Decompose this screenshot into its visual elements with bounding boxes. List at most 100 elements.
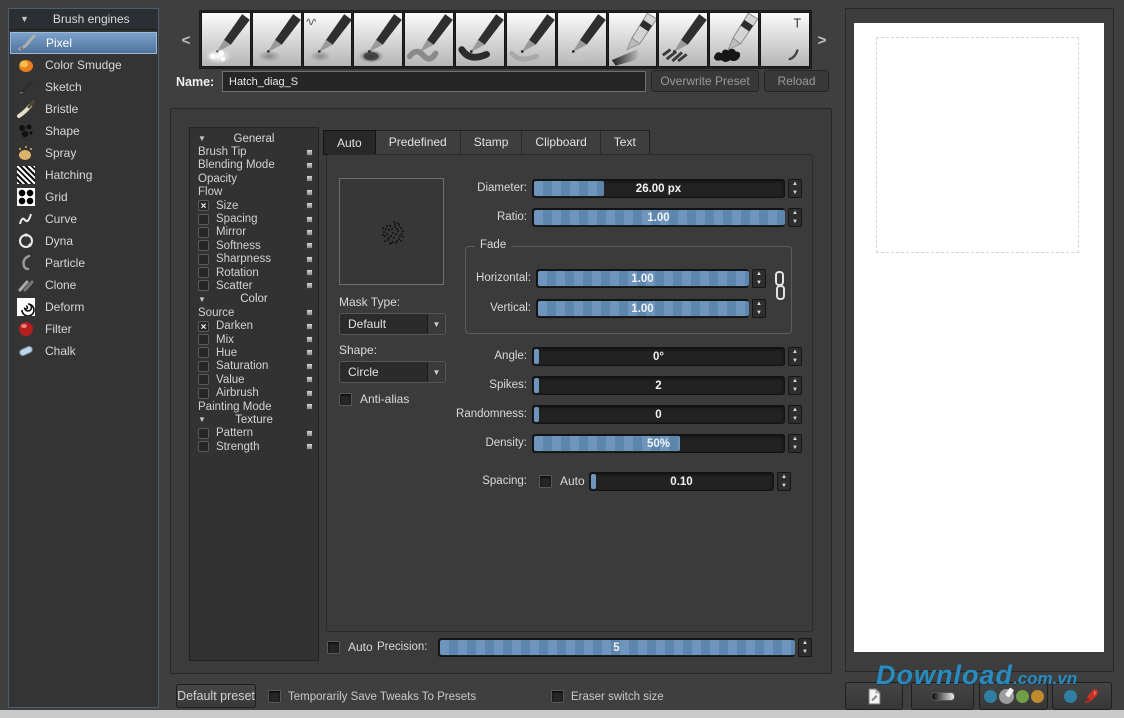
fade-vertical-slider[interactable]: 1.00 <box>536 299 749 318</box>
brush-engines-header[interactable]: ▼ Brush engines <box>9 9 158 30</box>
engine-item-grid[interactable]: Grid <box>9 186 158 208</box>
precision-spinner[interactable]: ▲▼ <box>798 638 812 657</box>
preset-thumbnail-airbrush-soft[interactable] <box>252 12 302 67</box>
engine-item-sketch[interactable]: Sketch <box>9 76 158 98</box>
diameter-spinner[interactable]: ▲▼ <box>788 179 802 198</box>
tab-clipboard[interactable]: Clipboard <box>522 131 600 154</box>
angle-spinner[interactable]: ▲▼ <box>788 347 802 366</box>
preset-thumbnail-pen-scribble[interactable] <box>658 12 708 67</box>
option-size[interactable]: ×Size <box>190 199 318 212</box>
engine-item-deform[interactable]: Deform <box>9 296 158 318</box>
option-brush-tip[interactable]: Brush Tip <box>190 145 318 158</box>
hue-checkbox[interactable] <box>198 347 209 358</box>
option-scatter[interactable]: Scatter <box>190 279 318 292</box>
spikes-slider[interactable]: 2 <box>532 376 785 395</box>
tab-predefined[interactable]: Predefined <box>376 131 461 154</box>
save-tweaks-checkbox[interactable] <box>268 690 281 703</box>
scratchpad-canvas[interactable] <box>854 23 1104 652</box>
fill-with-background-color-button[interactable] <box>979 682 1048 710</box>
engine-item-clone[interactable]: Clone <box>9 274 158 296</box>
sharpness-checkbox[interactable] <box>198 254 209 265</box>
precision-slider[interactable]: 5 <box>438 638 795 657</box>
tab-stamp[interactable]: Stamp <box>461 131 523 154</box>
option-strength[interactable]: Strength <box>190 440 318 453</box>
fill-with-preset-icon-button[interactable] <box>845 682 903 710</box>
ratio-slider[interactable]: 1.00 <box>532 208 785 227</box>
engine-item-spray[interactable]: Spray <box>9 142 158 164</box>
reset-scratchpad-button[interactable] <box>1052 682 1112 710</box>
engine-item-filter[interactable]: Filter <box>9 318 158 340</box>
randomness-spinner[interactable]: ▲▼ <box>788 405 802 424</box>
engine-item-bristle[interactable]: Bristle <box>9 98 158 120</box>
size-checkbox[interactable]: × <box>198 200 209 211</box>
fade-vertical-spinner[interactable]: ▲▼ <box>752 299 766 318</box>
link-fade-icon[interactable] <box>774 271 785 309</box>
pattern-checkbox[interactable] <box>198 428 209 439</box>
tab-auto[interactable]: Auto <box>323 130 376 155</box>
option-value[interactable]: Value <box>190 373 318 386</box>
option-spacing[interactable]: Spacing <box>190 212 318 225</box>
option-mirror[interactable]: Mirror <box>190 226 318 239</box>
tab-text[interactable]: Text <box>601 131 649 154</box>
preset-thumbnail-marker-blob[interactable] <box>709 12 759 67</box>
darken-checkbox[interactable]: × <box>198 321 209 332</box>
overwrite-preset-button[interactable]: Overwrite Preset <box>651 70 759 92</box>
diameter-slider[interactable]: 26.00 px <box>532 179 785 198</box>
value-checkbox[interactable] <box>198 374 209 385</box>
spikes-spinner[interactable]: ▲▼ <box>788 376 802 395</box>
engine-item-particle[interactable]: Particle <box>9 252 158 274</box>
fade-horizontal-spinner[interactable]: ▲▼ <box>752 269 766 288</box>
option-blending-mode[interactable]: Blending Mode <box>190 159 318 172</box>
engine-item-dyna[interactable]: Dyna <box>9 230 158 252</box>
precision-auto-checkbox[interactable] <box>327 641 340 654</box>
preset-thumbnail-pen-faint[interactable] <box>557 12 607 67</box>
option-opacity[interactable]: Opacity <box>190 172 318 185</box>
default-preset-button[interactable]: Default preset <box>176 684 256 708</box>
preset-thumbnail-pen-dark[interactable] <box>455 12 505 67</box>
option-darken[interactable]: ×Darken <box>190 319 318 332</box>
mask-type-dropdown[interactable]: Default ▼ <box>339 313 446 335</box>
engine-item-curve[interactable]: Curve <box>9 208 158 230</box>
option-softness[interactable]: Softness <box>190 239 318 252</box>
density-slider[interactable]: 50% <box>532 434 785 453</box>
option-airbrush[interactable]: Airbrush <box>190 386 318 399</box>
softness-checkbox[interactable] <box>198 240 209 251</box>
spacing-checkbox[interactable] <box>198 214 209 225</box>
option-saturation[interactable]: Saturation <box>190 360 318 373</box>
engine-item-pixel[interactable]: Pixel <box>10 32 157 54</box>
engine-item-hatching[interactable]: Hatching <box>9 164 158 186</box>
preset-thumbnail-text[interactable]: T <box>760 12 810 67</box>
preset-thumbnail-pen-light[interactable] <box>506 12 556 67</box>
fade-horizontal-slider[interactable]: 1.00 <box>536 269 749 288</box>
scatter-checkbox[interactable] <box>198 280 209 291</box>
option-source[interactable]: Source <box>190 306 318 319</box>
mirror-checkbox[interactable] <box>198 227 209 238</box>
fill-with-gradient-button[interactable] <box>911 682 974 710</box>
preset-thumbnail-marker-gradient[interactable] <box>608 12 658 67</box>
previous-presets-button[interactable]: < <box>178 28 194 54</box>
option-hue[interactable]: Hue <box>190 346 318 359</box>
saturation-checkbox[interactable] <box>198 361 209 372</box>
next-presets-button[interactable]: > <box>814 28 830 54</box>
preset-thumbnail-airbrush-light[interactable] <box>201 12 251 67</box>
option-mix[interactable]: Mix <box>190 333 318 346</box>
ratio-spinner[interactable]: ▲▼ <box>788 208 802 227</box>
spacing-spinner[interactable]: ▲▼ <box>777 472 791 491</box>
section-color[interactable]: ▼Color <box>190 293 318 306</box>
option-flow[interactable]: Flow <box>190 186 318 199</box>
preset-thumbnail-airbrush-dark[interactable] <box>353 12 403 67</box>
preset-thumbnail-airbrush-squiggle[interactable] <box>303 12 353 67</box>
option-rotation[interactable]: Rotation <box>190 266 318 279</box>
section-texture[interactable]: ▼Texture <box>190 413 318 426</box>
option-painting-mode[interactable]: Painting Mode <box>190 400 318 413</box>
strength-checkbox[interactable] <box>198 441 209 452</box>
randomness-slider[interactable]: 0 <box>532 405 785 424</box>
spacing-slider[interactable]: 0.10 <box>589 472 774 491</box>
option-sharpness[interactable]: Sharpness <box>190 253 318 266</box>
reload-button[interactable]: Reload <box>764 70 829 92</box>
engine-item-color-smudge[interactable]: Color Smudge <box>9 54 158 76</box>
section-general[interactable]: ▼General <box>190 132 318 145</box>
angle-slider[interactable]: 0° <box>532 347 785 366</box>
airbrush-checkbox[interactable] <box>198 388 209 399</box>
preset-thumbnail-pen-gray[interactable] <box>404 12 454 67</box>
